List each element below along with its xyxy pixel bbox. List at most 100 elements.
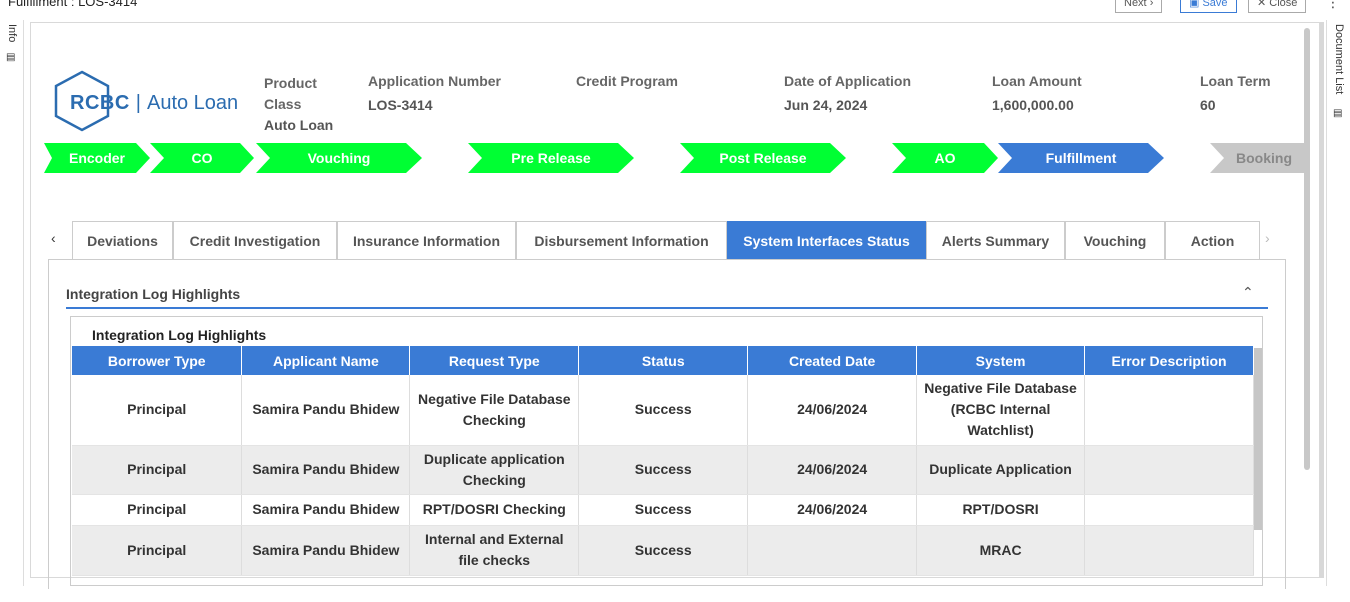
info-rail-label[interactable]: Info <box>6 24 18 42</box>
next-label: Next <box>1124 0 1147 9</box>
col-request-type[interactable]: Request Type <box>409 346 580 375</box>
stage-fulfillment[interactable]: Fulfillment <box>998 143 1164 173</box>
cell-applicant-name: Samira Pandu Bhidew <box>241 494 411 526</box>
credit-program-label: Credit Program <box>576 73 678 89</box>
workflow-stages: Encoder CO Vouching Pre Release Post Rel… <box>44 143 1306 173</box>
cell-applicant-name: Samira Pandu Bhidew <box>241 445 411 495</box>
right-rail: Document List ▤ <box>1326 20 1350 586</box>
date-of-application-label: Date of Application <box>784 73 912 89</box>
cell-error-description <box>1084 494 1254 526</box>
cell-created-date: 24/06/2024 <box>747 494 918 526</box>
cell-system: MRAC <box>916 525 1086 576</box>
left-rail: Info ▤ <box>0 20 24 586</box>
stage-co[interactable]: CO <box>150 143 254 173</box>
save-button[interactable]: ▣ Save <box>1180 0 1237 13</box>
stage-label: Fulfillment <box>1045 150 1117 166</box>
date-of-application-value: Jun 24, 2024 <box>784 97 868 113</box>
tab-action[interactable]: Action <box>1165 221 1260 259</box>
table-row[interactable]: Principal Samira Pandu Bhidew RPT/DOSRI … <box>72 494 1254 526</box>
table-header-row: Borrower Type Applicant Name Request Typ… <box>72 346 1254 375</box>
cell-error-description <box>1084 525 1254 576</box>
product-class-value: Auto Loan <box>264 117 334 133</box>
col-status[interactable]: Status <box>578 346 749 375</box>
save-icon: ▣ <box>1189 0 1200 9</box>
col-created-date[interactable]: Created Date <box>747 346 918 375</box>
cell-borrower-type: Principal <box>72 494 243 526</box>
main-scrollbar[interactable] <box>1304 28 1310 470</box>
table-row[interactable]: Principal Samira Pandu Bhidew Duplicate … <box>72 445 1254 495</box>
tabs-scroll-right-icon[interactable]: › <box>1265 230 1270 246</box>
application-number-label: Application Number <box>368 73 502 89</box>
brand-product: Auto Loan <box>146 92 239 114</box>
cell-system: Negative File Database (RCBC Internal Wa… <box>916 375 1086 446</box>
tab-alerts-summary[interactable]: Alerts Summary <box>926 221 1065 259</box>
brand-separator: | <box>135 92 141 114</box>
info-icon[interactable]: ▤ <box>6 52 15 63</box>
stage-label: Booking <box>1236 150 1292 166</box>
document-list-icon[interactable]: ▤ <box>1333 108 1342 119</box>
col-system[interactable]: System <box>916 346 1086 375</box>
stage-booking[interactable]: Booking <box>1210 143 1306 173</box>
col-applicant-name[interactable]: Applicant Name <box>241 346 411 375</box>
more-options-icon[interactable]: ⋮ <box>1326 0 1340 11</box>
cell-created-date: 24/06/2024 <box>747 445 918 495</box>
stage-label: Encoder <box>68 150 125 166</box>
cell-request-type: Negative File Database Checking <box>409 375 580 446</box>
product-class-field: Product Class Auto Loan <box>264 73 354 133</box>
stage-post-release[interactable]: Post Release <box>680 143 846 173</box>
col-borrower-type[interactable]: Borrower Type <box>72 346 243 375</box>
brand-wordmark: RCBC | Auto Loan <box>70 92 238 115</box>
close-button[interactable]: ✕ Close <box>1248 0 1307 13</box>
cell-error-description <box>1084 375 1254 446</box>
save-label: Save <box>1202 0 1228 9</box>
cell-request-type: Duplicate application Checking <box>409 445 580 495</box>
document-list-rail-label[interactable]: Document List <box>1333 24 1345 94</box>
stage-vouching[interactable]: Vouching <box>256 143 422 173</box>
product-class-label: Product Class <box>264 75 317 112</box>
stage-encoder[interactable]: Encoder <box>44 143 150 173</box>
loan-term-label: Loan Term <box>1200 73 1271 89</box>
tab-bar: Deviations Credit Investigation Insuranc… <box>48 221 1284 259</box>
credit-program-field: Credit Program <box>576 73 678 97</box>
tab-disbursement-information[interactable]: Disbursement Information <box>516 221 727 259</box>
application-number-field: Application Number LOS-3414 <box>368 73 501 113</box>
cell-borrower-type: Principal <box>72 375 243 446</box>
stage-label: Pre Release <box>511 150 591 166</box>
chevron-right-icon: › <box>1149 0 1154 9</box>
cell-created-date <box>747 525 918 576</box>
application-number-value: LOS-3414 <box>368 97 433 113</box>
integration-log-table: Borrower Type Applicant Name Request Typ… <box>72 346 1254 576</box>
outer-scrollbar[interactable] <box>1320 22 1324 578</box>
table-title: Integration Log Highlights <box>92 327 267 343</box>
top-bar: Fulfillment : LOS-3414 Next › ▣ Save ✕ C… <box>0 0 1350 20</box>
cell-applicant-name: Samira Pandu Bhidew <box>241 525 411 576</box>
table-row[interactable]: Principal Samira Pandu Bhidew Negative F… <box>72 375 1254 446</box>
loan-amount-label: Loan Amount <box>992 73 1082 89</box>
table-row[interactable]: Principal Samira Pandu Bhidew Internal a… <box>72 525 1254 576</box>
stage-pre-release[interactable]: Pre Release <box>468 143 634 173</box>
table-scrollbar[interactable] <box>1254 348 1262 530</box>
cell-status: Success <box>578 445 749 495</box>
cell-created-date: 24/06/2024 <box>747 375 918 446</box>
window-title: Fulfillment : LOS-3414 <box>8 0 138 9</box>
loan-term-value: 60 <box>1200 97 1216 113</box>
brand-rcbc: RCBC <box>70 92 130 114</box>
stage-ao[interactable]: AO <box>892 143 998 173</box>
loan-term-field: Loan Term 60 <box>1200 73 1271 113</box>
tab-vouching[interactable]: Vouching <box>1065 221 1165 259</box>
cell-applicant-name: Samira Pandu Bhidew <box>241 375 411 446</box>
collapse-chevron-up-icon[interactable]: ⌃ <box>1242 284 1254 301</box>
cell-error-description <box>1084 445 1254 495</box>
section-title: Integration Log Highlights <box>66 286 241 302</box>
stage-label: AO <box>934 150 956 166</box>
tab-deviations[interactable]: Deviations <box>72 221 173 259</box>
tab-credit-investigation[interactable]: Credit Investigation <box>173 221 337 259</box>
col-error-description[interactable]: Error Description <box>1084 346 1254 375</box>
cell-status: Success <box>578 525 749 576</box>
cell-system: Duplicate Application <box>916 445 1086 495</box>
cell-status: Success <box>578 375 749 446</box>
date-of-application-field: Date of Application Jun 24, 2024 <box>784 73 911 113</box>
tab-system-interfaces-status[interactable]: System Interfaces Status <box>727 221 926 259</box>
tab-insurance-information[interactable]: Insurance Information <box>337 221 516 259</box>
next-button[interactable]: Next › <box>1115 0 1163 13</box>
